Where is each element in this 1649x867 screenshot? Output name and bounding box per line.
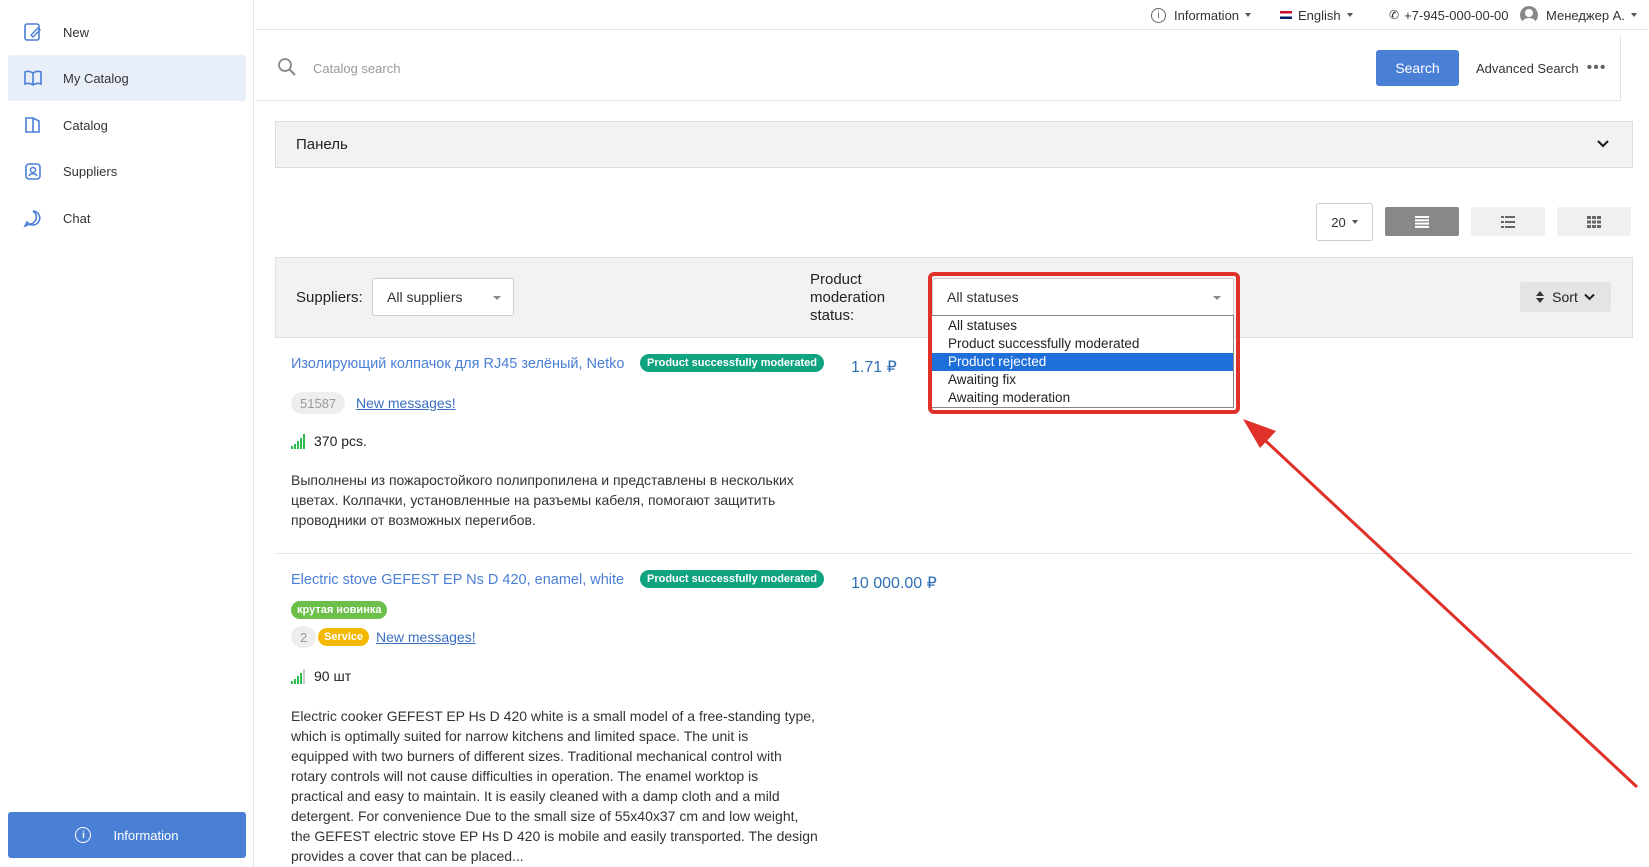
- sidebar-item-label: New: [63, 24, 90, 40]
- phone-icon: ✆: [1389, 8, 1400, 22]
- per-page-select[interactable]: 20: [1316, 203, 1373, 241]
- suppliers-label: Suppliers:: [296, 289, 363, 306]
- product-card: Electric stove GEFEST EP Ns D 420, ename…: [275, 555, 1633, 867]
- sidebar-item-new[interactable]: New: [8, 9, 246, 55]
- suppliers-select-value: All suppliers: [387, 289, 463, 305]
- suppliers-select[interactable]: All suppliers: [372, 278, 514, 316]
- status-badge: Product successfully moderated: [640, 354, 824, 372]
- grid-icon: [1587, 215, 1601, 228]
- chevron-down-icon: [1346, 13, 1353, 17]
- phone-label: +7-945-000-00-00: [1404, 7, 1509, 23]
- sort-icon: [1536, 291, 1545, 303]
- information-menu-label: Information: [1174, 7, 1240, 23]
- top-bar: i Information English ✆ +7-945-000-00-00…: [255, 0, 1649, 30]
- sort-label: Sort: [1552, 289, 1578, 305]
- chat-icon: [23, 210, 41, 228]
- view-detailed-button[interactable]: [1385, 207, 1459, 236]
- suppliers-icon: [25, 163, 41, 180]
- new-messages-link[interactable]: New messages!: [376, 629, 476, 645]
- description-line: проводники от возможных перегибов.: [291, 512, 536, 528]
- status-badge: Product successfully moderated: [640, 570, 824, 588]
- stock-quantity: 370 pcs.: [314, 433, 367, 449]
- status-label-line-1: Product: [810, 271, 862, 288]
- user-name: Менеджер А.: [1546, 7, 1625, 23]
- panel-title: Панель: [296, 136, 348, 153]
- description-line: rotary controls will not cause difficult…: [291, 768, 759, 784]
- stock-indicator: 90 шт: [291, 668, 351, 684]
- language-label: English: [1298, 7, 1341, 23]
- view-grid-button[interactable]: [1557, 207, 1631, 236]
- catalog-icon: [25, 117, 40, 133]
- search-input[interactable]: [313, 53, 1213, 83]
- chevron-down-icon: [493, 296, 501, 300]
- advanced-search-link[interactable]: Advanced Search •••: [1476, 50, 1606, 86]
- sidebar-item-suppliers[interactable]: Suppliers: [8, 148, 246, 194]
- chevron-down-icon: [1597, 140, 1609, 148]
- sidebar-item-label: My Catalog: [63, 70, 129, 86]
- product-title-link[interactable]: Electric stove GEFEST EP Ns D 420, ename…: [291, 572, 624, 588]
- description-line: practical and easy to maintain. It is ea…: [291, 788, 780, 804]
- description-line: provides a cover that can be placed...: [291, 848, 524, 864]
- detailed-list-icon: [1415, 215, 1429, 228]
- stock-level-icon: [291, 433, 305, 449]
- product-title-link[interactable]: Изолирующий колпачок для RJ45 зелёный, N…: [291, 356, 624, 372]
- info-icon: i: [1151, 7, 1166, 23]
- uk-flag-icon: [1280, 11, 1292, 19]
- description-line: the GEFEST electric stove EP Hs D 420 is…: [291, 828, 818, 844]
- chevron-down-icon: [1630, 13, 1637, 17]
- description-line: Выполнены из пожаростойкого полипропилен…: [291, 472, 794, 488]
- search-button[interactable]: Search: [1376, 50, 1459, 86]
- new-messages-link[interactable]: New messages!: [356, 395, 456, 411]
- product-description: Выполнены из пожаростойкого полипропилен…: [291, 470, 836, 530]
- stock-level-icon: [291, 668, 305, 684]
- chevron-down-icon: [1245, 13, 1252, 17]
- new-icon: [24, 23, 41, 41]
- stock-quantity: 90 шт: [314, 668, 352, 684]
- description-line: цветах. Колпачки, установленные на разъе…: [291, 492, 776, 508]
- search-icon: [278, 58, 296, 76]
- information-menu[interactable]: i Information: [1151, 0, 1252, 30]
- sidebar-item-label: Chat: [63, 210, 91, 226]
- description-line: detergent. For convenience Due to the sm…: [291, 808, 799, 824]
- more-icon: •••: [1586, 59, 1607, 76]
- per-page-value: 20: [1331, 214, 1346, 230]
- advanced-search-label: Advanced Search: [1476, 60, 1579, 76]
- information-button[interactable]: i Information: [8, 812, 246, 858]
- product-id-pill: 2: [291, 626, 317, 648]
- language-menu[interactable]: English: [1280, 0, 1353, 30]
- information-button-label: Information: [113, 827, 179, 843]
- sidebar-item-my-catalog[interactable]: My Catalog: [8, 55, 246, 101]
- chevron-down-icon: [1584, 293, 1595, 301]
- chevron-down-icon: [1351, 220, 1358, 224]
- description-line: Electric cooker GEFEST EP Hs D 420 white…: [291, 708, 815, 724]
- service-badge: Service: [318, 628, 370, 646]
- info-icon: i: [75, 827, 92, 843]
- description-line: which is optimally suited for narrow kit…: [291, 728, 749, 744]
- avatar: [1520, 6, 1538, 24]
- product-id-pill: 51587: [291, 392, 346, 414]
- product-price: 1.71 ₽: [851, 359, 897, 376]
- sidebar-item-catalog[interactable]: Catalog: [8, 102, 246, 148]
- sidebar-item-label: Suppliers: [63, 163, 118, 179]
- user-menu[interactable]: Менеджер А.: [1520, 0, 1637, 30]
- panel-accordion[interactable]: Панель: [275, 121, 1633, 168]
- product-tag: крутая новинка: [291, 601, 388, 619]
- sort-button[interactable]: Sort: [1520, 282, 1611, 312]
- book-icon: [24, 70, 42, 86]
- search-bar: Search Advanced Search •••: [255, 35, 1621, 101]
- view-list-button[interactable]: [1471, 207, 1545, 236]
- stock-indicator: 370 pcs.: [291, 433, 367, 449]
- highlight-annotation-box: [928, 272, 1240, 414]
- status-label-line-3: status:: [810, 307, 855, 324]
- status-label-line-2: moderation: [810, 289, 886, 306]
- sidebar-item-label: Catalog: [63, 117, 108, 133]
- description-line: equipped with two burners of different s…: [291, 748, 782, 764]
- product-price: 10 000.00 ₽: [851, 575, 937, 592]
- phone-number: ✆ +7-945-000-00-00: [1389, 0, 1509, 30]
- list-icon: [1501, 215, 1515, 228]
- sidebar: New My Catalog Catalog Suppliers Chat i …: [0, 0, 254, 867]
- product-description: Electric cooker GEFEST EP Hs D 420 white…: [291, 706, 836, 866]
- sidebar-item-chat[interactable]: Chat: [8, 195, 246, 241]
